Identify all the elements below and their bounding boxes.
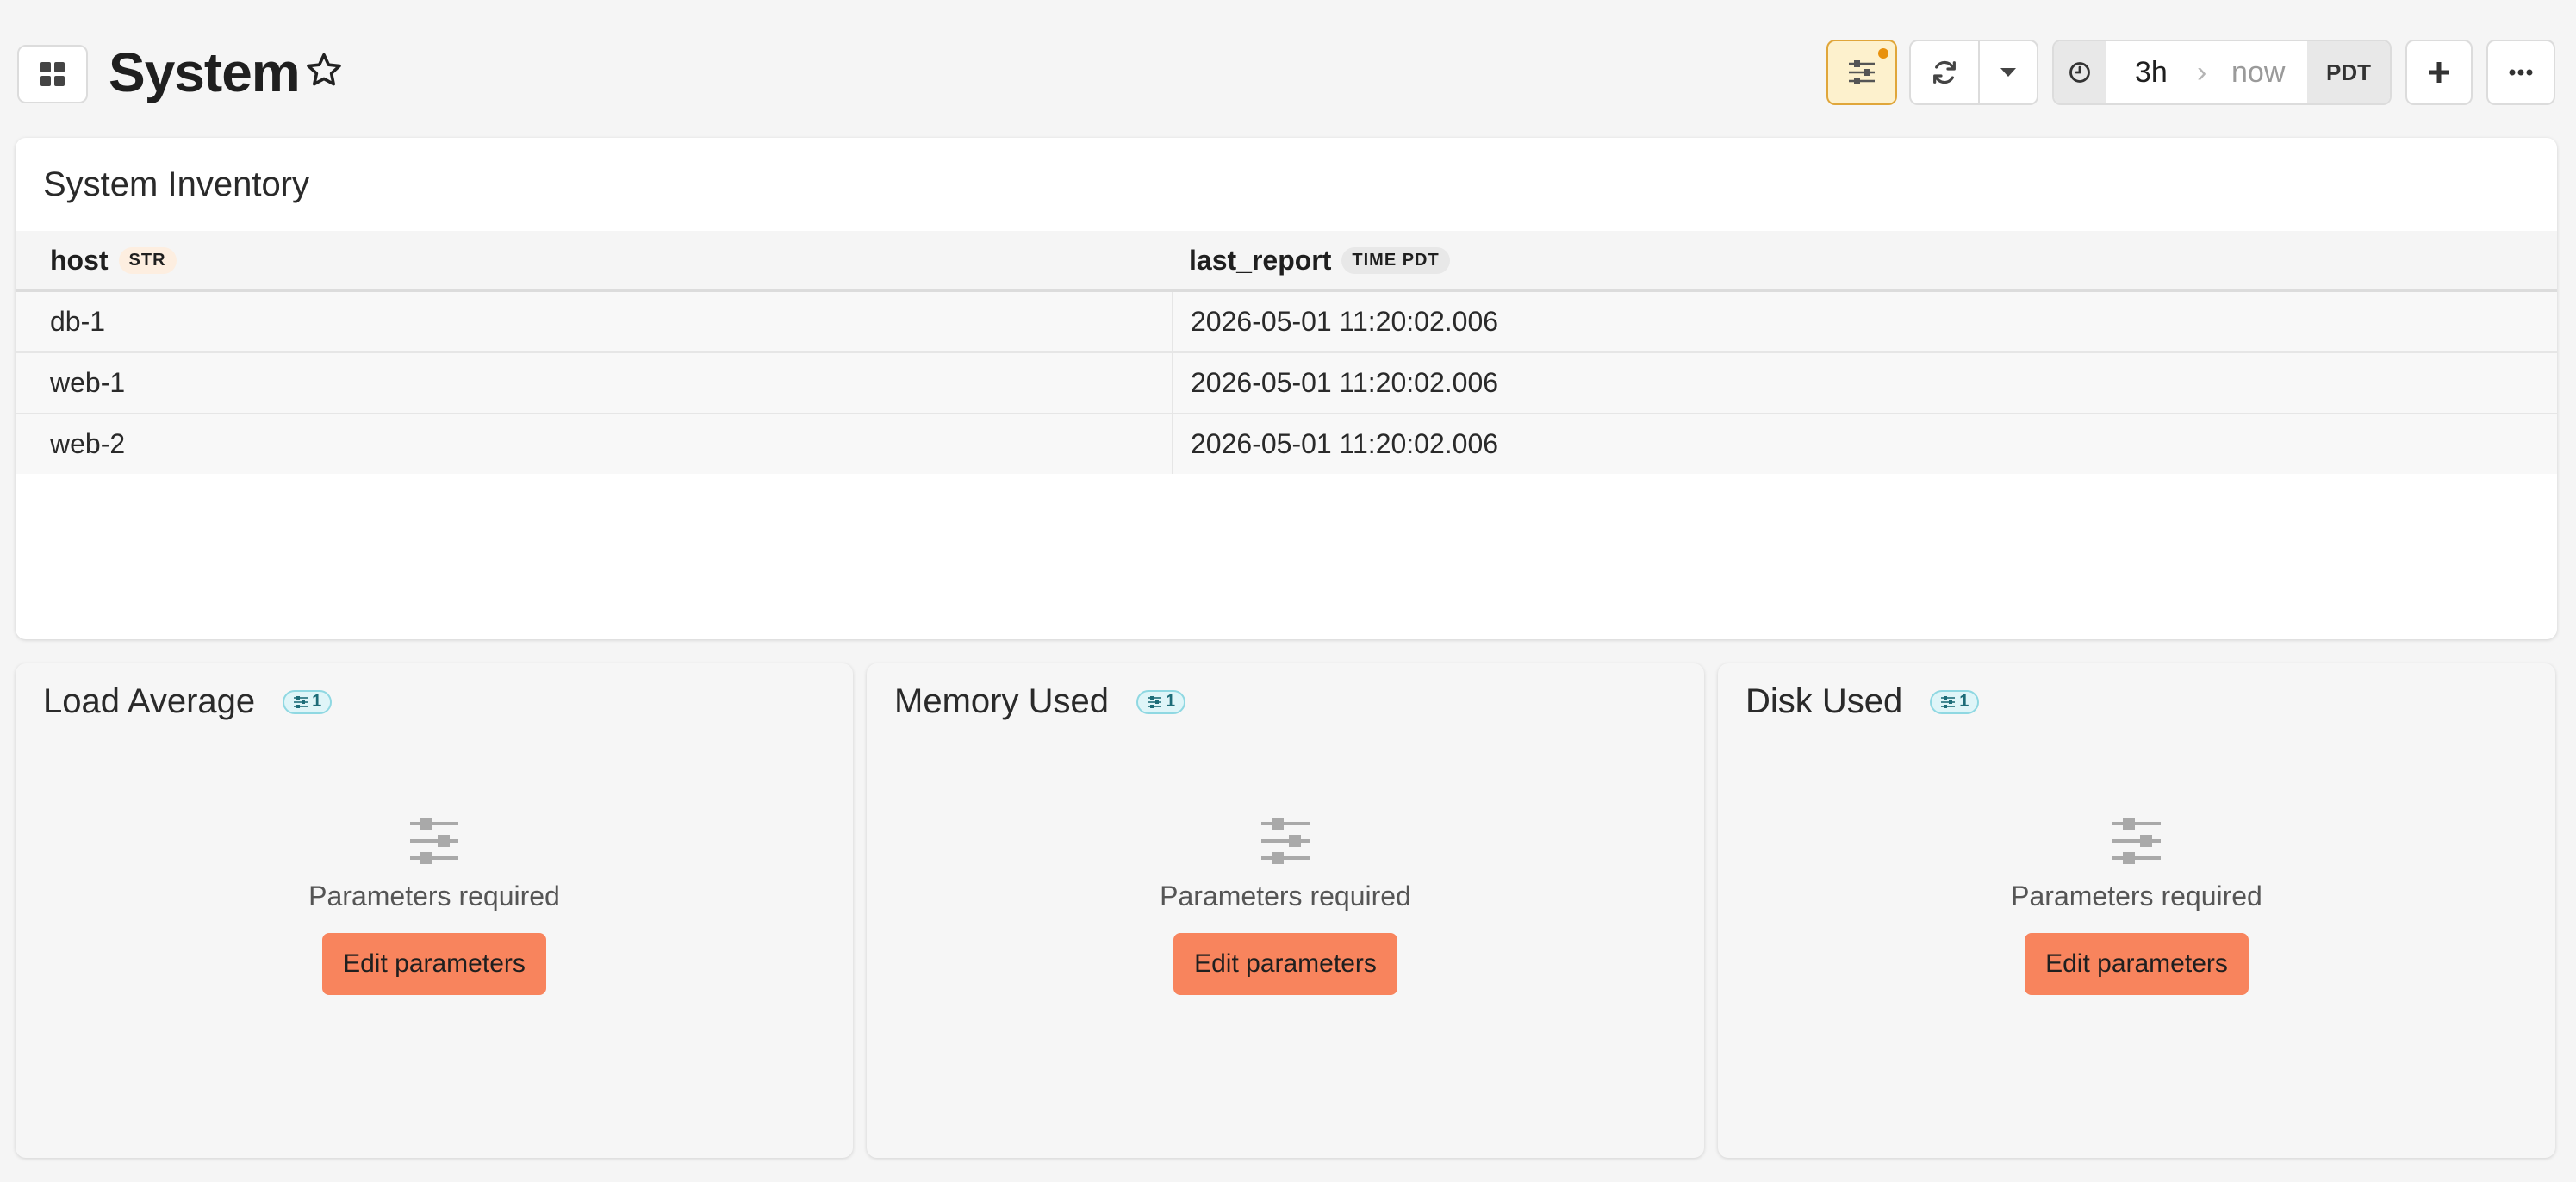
dashboards-button[interactable] [17, 45, 88, 103]
panel-title: Load Average 1 [43, 682, 333, 721]
table-header: host STR last_report TIME PDT [16, 231, 2557, 292]
sliders-icon [1261, 818, 1310, 864]
panel-title: System Inventory [43, 165, 310, 203]
time-range-end[interactable]: now [2231, 41, 2285, 103]
cell-host: web-2 [50, 428, 126, 459]
parameters-button[interactable] [1826, 40, 1897, 105]
sliders-icon [1849, 60, 1875, 84]
parameter-count: 1 [1959, 692, 1969, 711]
panel-title-text: Memory Used [894, 682, 1109, 720]
cell-last-report: 2026-05-01 11:20:02.006 [1191, 306, 1499, 337]
column-header-host[interactable]: host STR [50, 231, 177, 289]
inventory-table: host STR last_report TIME PDT db-1 2026-… [16, 231, 2557, 474]
edit-parameters-button[interactable]: Edit parameters [1173, 933, 1397, 995]
disk-used-panel: Disk Used 1 Parameters required Edit par… [1718, 663, 2555, 1158]
panel-title-text: Disk Used [1745, 682, 1903, 720]
memory-used-panel: Memory Used 1 Parameters required Edit p… [867, 663, 1704, 1158]
system-inventory-panel: System Inventory host STR last_report TI… [16, 138, 2557, 639]
sliders-icon [2112, 818, 2161, 864]
empty-state: Parameters required Edit parameters [16, 817, 853, 995]
cell-last-report: 2026-05-01 11:20:02.006 [1191, 367, 1499, 398]
time-range-start[interactable]: 3h [2135, 41, 2168, 103]
clock-icon [2069, 62, 2090, 83]
page-title: System [109, 41, 301, 103]
refresh-button[interactable] [1909, 40, 1980, 105]
empty-state-message: Parameters required [308, 880, 560, 911]
panel-title-text: Load Average [43, 682, 256, 720]
column-header-last-report[interactable]: last_report TIME PDT [1189, 231, 1450, 289]
empty-state: Parameters required Edit parameters [867, 817, 1704, 995]
parameter-count-chip[interactable]: 1 [283, 689, 333, 714]
parameter-count-chip[interactable]: 1 [1930, 689, 1980, 714]
cell-last-report: 2026-05-01 11:20:02.006 [1191, 428, 1499, 459]
panel-title: Disk Used 1 [1745, 682, 1980, 721]
more-options-button[interactable] [2486, 40, 2555, 105]
timezone-button[interactable]: PDT [2307, 41, 2390, 103]
ellipsis-icon [2509, 69, 2533, 76]
edit-parameters-button[interactable]: Edit parameters [2025, 933, 2249, 995]
parameter-count: 1 [1165, 692, 1176, 711]
empty-state: Parameters required Edit parameters [1718, 817, 2555, 995]
refresh-icon [1933, 60, 1956, 84]
chevron-right-icon: › [2197, 56, 2207, 89]
column-divider [1172, 414, 1173, 474]
sliders-icon [1941, 695, 1956, 708]
edit-parameters-button[interactable]: Edit parameters [322, 933, 546, 995]
empty-state-message: Parameters required [2011, 880, 2262, 911]
star-icon[interactable] [303, 50, 345, 91]
time-range-picker[interactable]: 3h › now PDT [2052, 40, 2392, 105]
time-clock-button[interactable] [2054, 41, 2106, 103]
caret-down-icon [2000, 68, 2016, 77]
dashboard-header: System 3h › now PDT [0, 0, 2576, 146]
column-divider [1172, 353, 1173, 413]
add-panel-button[interactable] [2405, 40, 2473, 105]
sliders-icon [410, 818, 458, 864]
type-badge: TIME PDT [1341, 246, 1450, 274]
params-active-indicator [1878, 48, 1888, 59]
table-row[interactable]: web-2 2026-05-01 11:20:02.006 [16, 414, 2557, 474]
sliders-icon [294, 695, 308, 708]
empty-state-message: Parameters required [1160, 880, 1411, 911]
column-name: host [50, 244, 109, 276]
table-row[interactable]: web-1 2026-05-01 11:20:02.006 [16, 353, 2557, 414]
column-divider [1172, 292, 1173, 351]
panel-title: Memory Used 1 [894, 682, 1186, 721]
cell-host: web-1 [50, 367, 126, 398]
parameter-count: 1 [312, 692, 322, 711]
cell-host: db-1 [50, 306, 106, 337]
grid-icon [40, 62, 65, 86]
type-badge: STR [118, 246, 177, 274]
sliders-icon [1147, 695, 1161, 708]
load-average-panel: Load Average 1 Parameters required Edit … [16, 663, 853, 1158]
parameter-count-chip[interactable]: 1 [1136, 689, 1186, 714]
plus-icon [2429, 62, 2449, 83]
refresh-interval-dropdown[interactable] [1978, 40, 2038, 105]
table-row[interactable]: db-1 2026-05-01 11:20:02.006 [16, 292, 2557, 353]
column-name: last_report [1189, 244, 1332, 276]
